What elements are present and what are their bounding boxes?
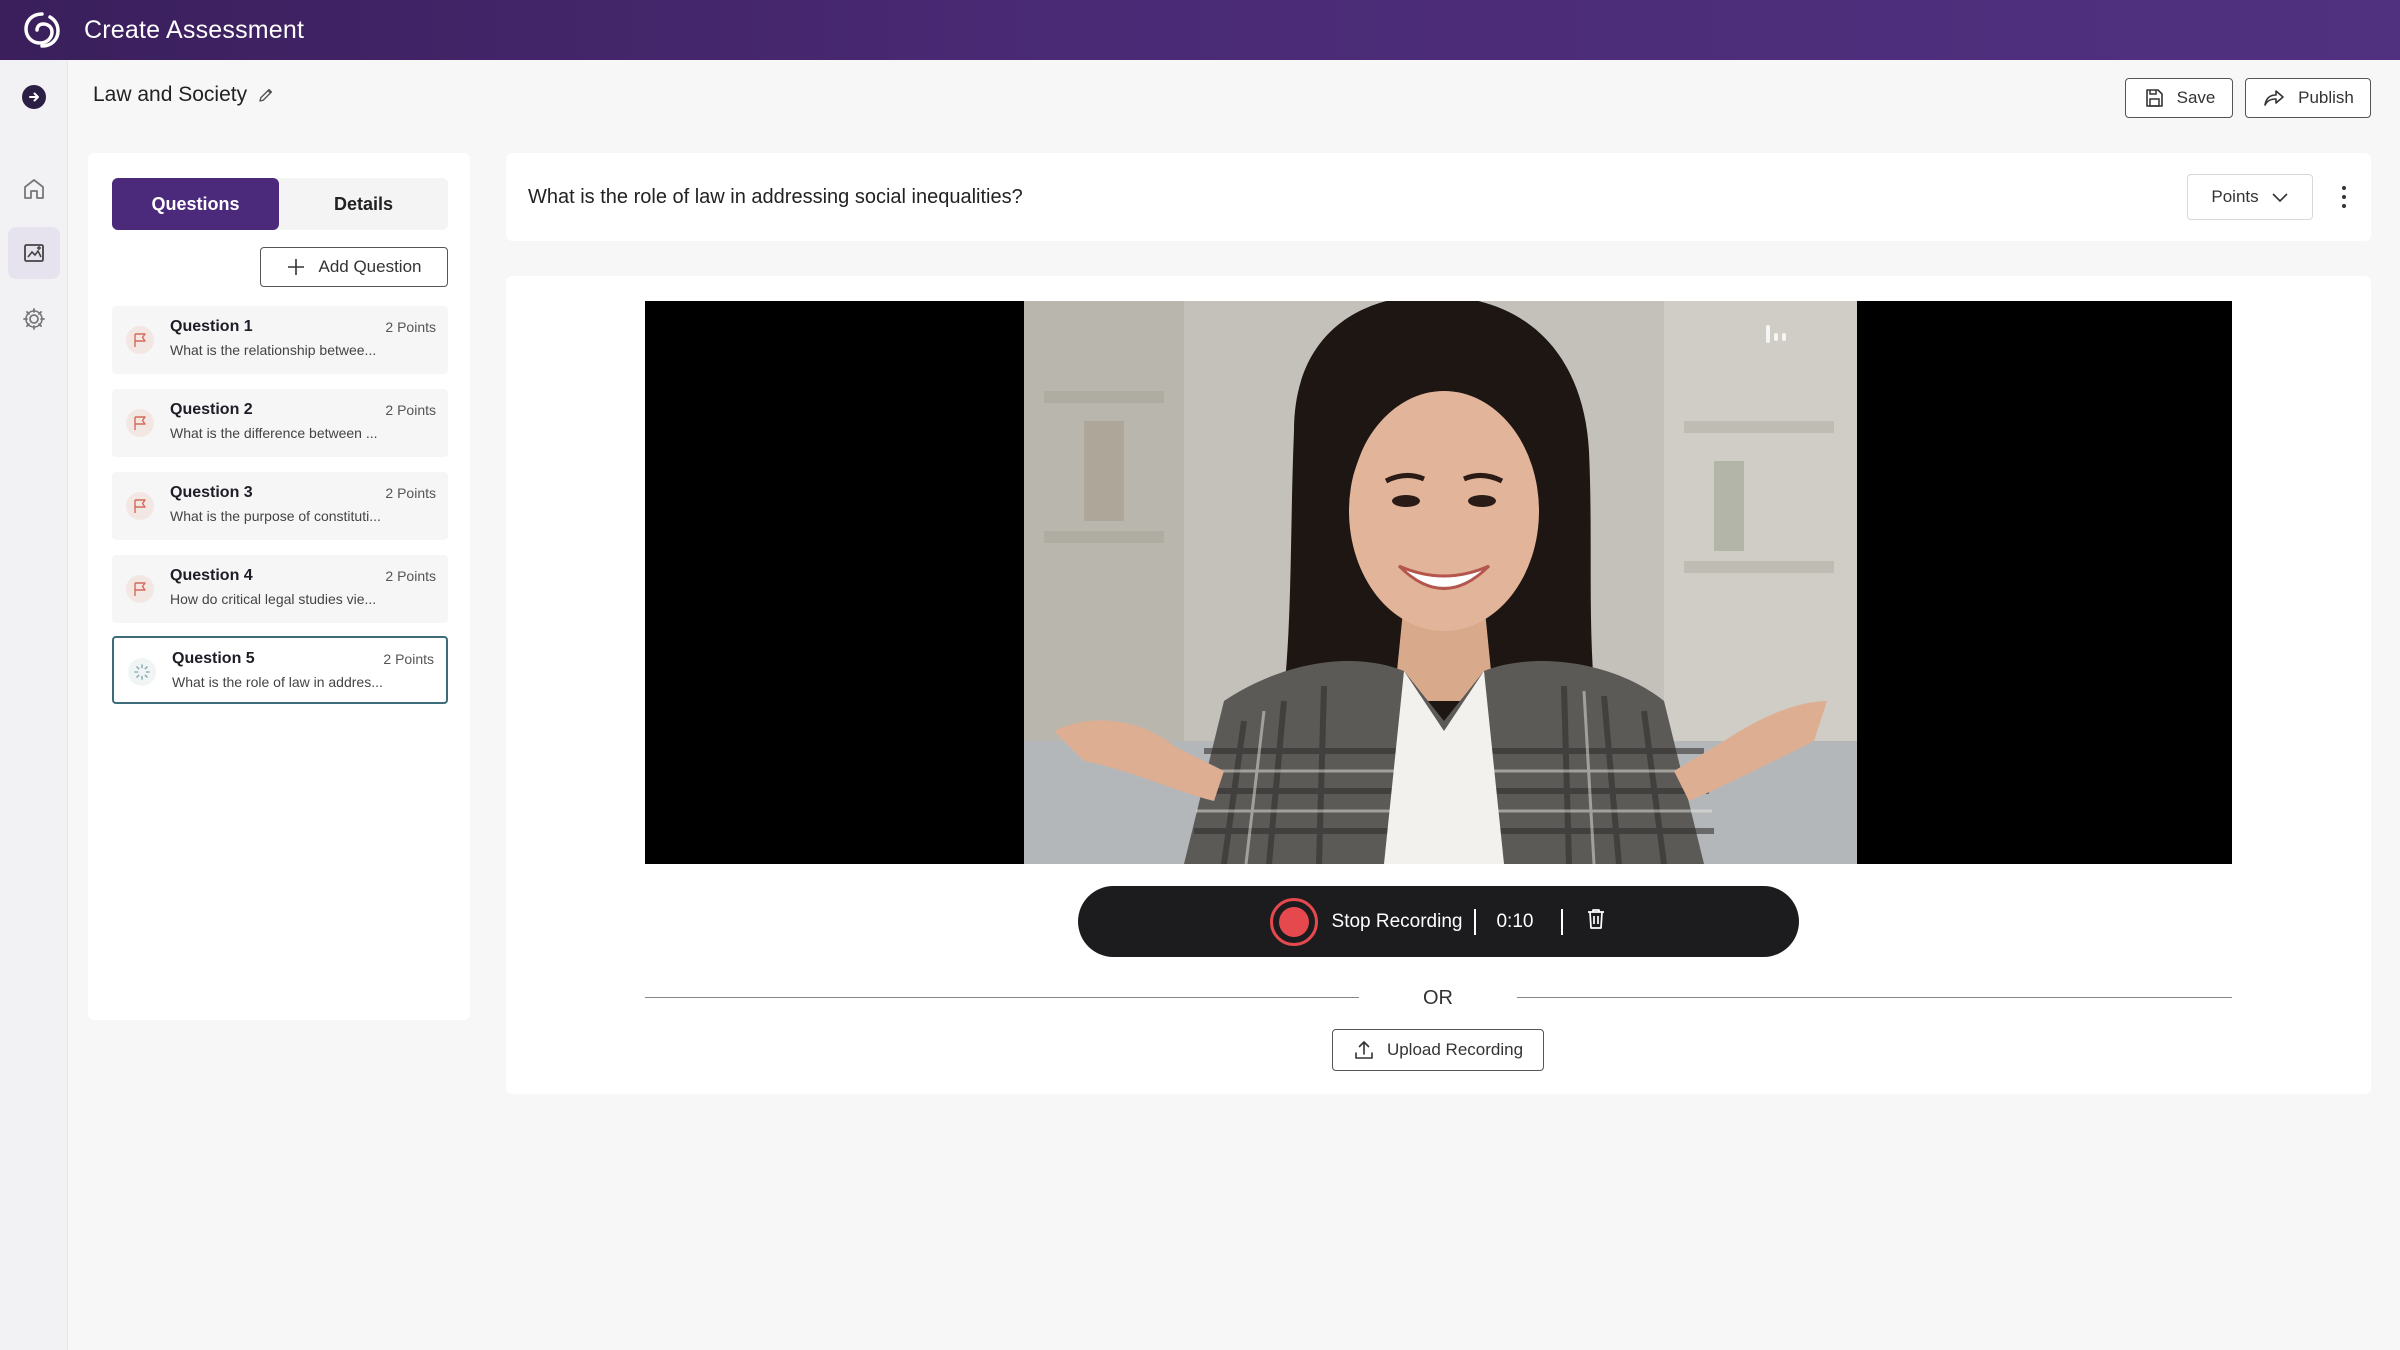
divider [1561,908,1564,935]
app-title: Create Assessment [84,15,305,44]
question-list-item[interactable]: Question 4 2 Points How do critical lega… [112,555,448,623]
recording-timer: 0:10 [1496,910,1534,932]
flag-icon [126,492,154,520]
recording-card: Stop Recording 0:10 OR Upload Recording [506,276,2371,1094]
nav-rail [0,60,68,1350]
upload-icon [1355,1041,1373,1059]
question-title: Question 2 [170,401,253,418]
top-bar: Create Assessment [0,0,2400,60]
question-list-item[interactable]: Question 1 2 Points What is the relation… [112,306,448,374]
panel-tabs: Questions Details [112,178,448,230]
flag-icon [126,409,154,437]
rail-item-settings[interactable] [8,293,60,345]
rail-item-home[interactable] [8,163,60,215]
points-dropdown-label: Points [2211,187,2259,206]
save-icon [2145,89,2163,107]
upload-recording-button[interactable]: Upload Recording [1332,1029,1544,1071]
loading-spinner-icon [128,658,156,686]
expand-arrow-icon[interactable] [22,85,46,109]
stop-recording-label[interactable]: Stop Recording [1332,911,1463,933]
publish-button[interactable]: Publish [2245,78,2371,118]
question-points: 2 Points [385,319,436,335]
question-points: 2 Points [385,485,436,501]
trash-icon[interactable] [1585,907,1607,936]
question-points: 2 Points [385,568,436,584]
tab-details[interactable]: Details [279,178,448,230]
stop-recording-icon[interactable] [1269,897,1318,946]
save-label: Save [2176,88,2216,107]
share-arrow-icon [2264,90,2284,106]
question-title: Question 4 [170,567,253,584]
video-preview [645,301,2232,864]
more-options-icon[interactable] [2332,177,2356,217]
assessment-name-text: Law and Society [93,83,248,106]
divider [1474,908,1477,935]
pencil-edit-icon[interactable] [257,86,275,104]
question-list-item-selected[interactable]: Question 5 2 Points What is the role of … [112,636,448,704]
webcam-feed-image [1024,301,1857,864]
upload-recording-label: Upload Recording [1386,1040,1524,1059]
question-points: 2 Points [385,402,436,418]
question-preview: What is the difference between ... [170,425,378,441]
tab-questions[interactable]: Questions [112,178,279,230]
plus-icon [288,259,305,275]
or-divider: OR [645,984,2232,1014]
home-icon [24,179,44,199]
swirl-logo-icon[interactable] [20,8,64,52]
add-question-button[interactable]: Add Question [260,247,448,287]
rail-item-assessment[interactable] [8,227,60,279]
question-title: Question 5 [172,650,255,667]
divider-line [1517,997,2232,998]
flag-icon [126,575,154,603]
add-question-label: Add Question [318,257,422,276]
question-list-item[interactable]: Question 2 2 Points What is the differen… [112,389,448,457]
question-list-item[interactable]: Question 3 2 Points What is the purpose … [112,472,448,540]
question-preview: What is the purpose of constituti... [170,508,381,524]
assessment-icon [24,244,44,262]
publish-label: Publish [2298,88,2354,107]
points-dropdown[interactable]: Points [2187,174,2313,220]
question-header: What is the role of law in addressing so… [506,153,2371,241]
or-label: OR [1423,987,1453,1009]
questions-panel: Questions Details Add Question Question … [88,153,470,1020]
divider-line [645,997,1359,998]
question-text: What is the role of law in addressing so… [528,186,1023,208]
recording-controls: Stop Recording 0:10 [1078,886,1799,957]
chevron-down-icon [2272,193,2288,203]
question-preview: What is the role of law in addres... [172,674,383,690]
gear-icon [23,308,45,330]
question-title: Question 3 [170,484,253,501]
save-button[interactable]: Save [2125,78,2233,118]
question-preview: How do critical legal studies vie... [170,591,377,607]
question-points: 2 Points [383,651,434,667]
assessment-name: Law and Society [93,83,275,107]
question-preview: What is the relationship betwee... [170,342,377,358]
question-title: Question 1 [170,318,253,335]
flag-icon [126,326,154,354]
